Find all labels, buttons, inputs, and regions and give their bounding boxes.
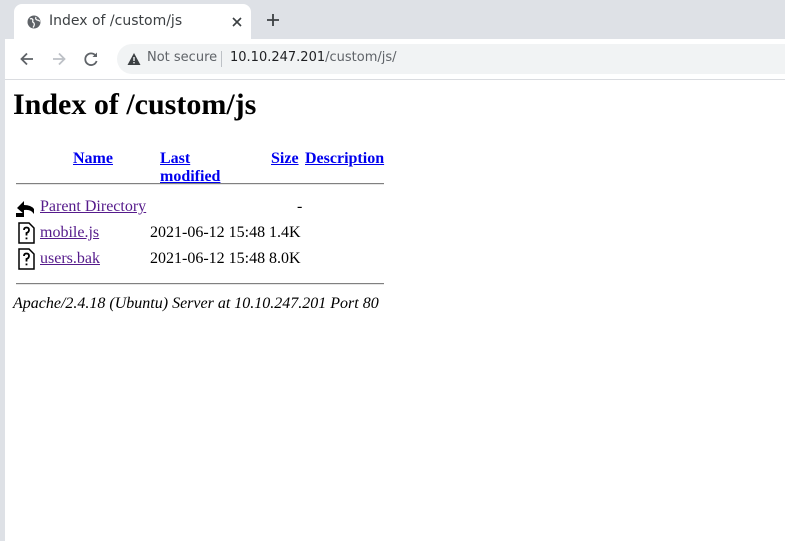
parent-size: - [297,198,303,215]
warning-icon[interactable] [127,52,141,66]
address-bar[interactable]: Not secure 10.10.247.201/custom/js/ [117,44,785,74]
unknown-file-icon [18,222,35,244]
divider-bottom [16,283,384,285]
close-tab-icon[interactable] [230,15,244,29]
forward-icon[interactable] [50,50,68,68]
tab-strip: Index of /custom/js [0,0,785,39]
file-size: 1.4K [269,224,301,241]
sort-by-description-link[interactable]: Description [305,150,384,167]
column-header-name: Name [73,150,113,168]
window-edge [0,0,5,541]
server-signature: Apache/2.4.18 (Ubuntu) Server at 10.10.2… [13,295,379,312]
new-tab-icon[interactable] [265,12,281,28]
omnibox-divider [221,51,222,67]
sort-by-size-link[interactable]: Size [271,150,299,167]
tab-title: Index of /custom/js [49,13,183,29]
file-link[interactable]: users.bak [40,250,100,268]
reload-icon[interactable] [82,50,100,68]
url-path: /custom/js/ [325,50,397,65]
file-size: 8.0K [269,250,301,267]
file-modified: 2021-06-12 15:48 [150,224,266,241]
column-header-size: Size [271,150,299,168]
divider-top [16,183,384,185]
tab-active[interactable]: Index of /custom/js [14,4,251,39]
sort-by-modified-link[interactable]: Last modified [160,150,220,185]
url-text[interactable]: 10.10.247.201/custom/js/ [230,50,397,65]
url-host: 10.10.247.201 [230,50,326,65]
file-modified: 2021-06-12 15:48 [150,250,266,267]
page-title: Index of /custom/js [13,88,257,121]
sort-by-name-link[interactable]: Name [73,150,113,167]
column-header-last-modified: Last modified [160,150,220,186]
file-link[interactable]: mobile.js [40,224,99,242]
unknown-file-icon [18,248,35,270]
back-icon[interactable] [18,50,36,68]
security-label[interactable]: Not secure [147,50,217,65]
toolbar: Not secure 10.10.247.201/custom/js/ [5,39,785,80]
column-header-description: Description [305,150,384,168]
parent-directory-link[interactable]: Parent Directory [40,198,146,216]
back-folder-icon [16,201,34,217]
globe-icon [27,15,41,29]
